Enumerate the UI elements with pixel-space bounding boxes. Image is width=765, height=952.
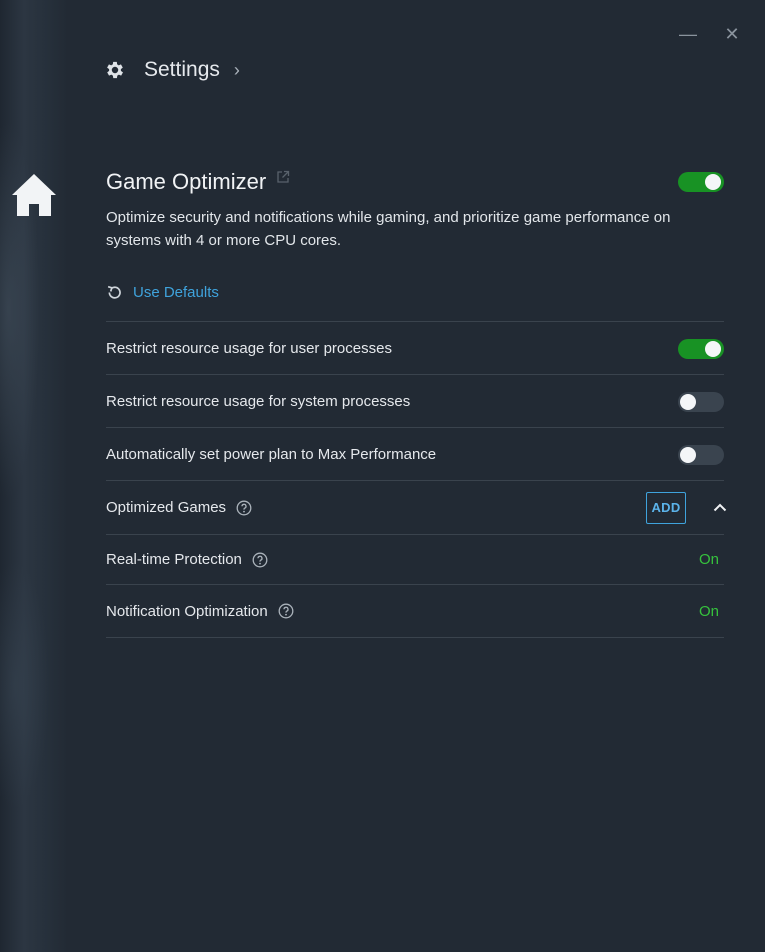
list-item-notification-optimization: Notification Optimization On: [106, 584, 724, 638]
help-icon[interactable]: [252, 552, 268, 568]
power-plan-toggle[interactable]: [678, 445, 724, 465]
minimize-icon: —: [679, 23, 697, 44]
external-link-icon[interactable]: [276, 170, 290, 184]
add-game-button[interactable]: ADD: [646, 491, 686, 524]
page-title: Settings: [144, 58, 220, 81]
restrict-user-toggle[interactable]: [678, 339, 724, 359]
section-header: Game Optimizer: [106, 166, 726, 198]
close-icon: ✕: [724, 23, 740, 44]
optimized-games-actions: ADD: [646, 481, 727, 534]
sidebar: [0, 0, 68, 952]
use-defaults-label: Use Defaults: [133, 283, 219, 301]
restrict-system-toggle[interactable]: [678, 392, 724, 412]
home-icon: [12, 174, 56, 216]
setting-label: Real-time Protection: [106, 551, 242, 568]
chevron-right-icon[interactable]: ›: [234, 60, 240, 81]
toggle-knob: [680, 447, 696, 463]
toggle-knob: [705, 174, 721, 190]
setting-label: Optimized Games: [106, 499, 227, 516]
status-badge: On: [698, 551, 719, 568]
game-optimizer-toggle[interactable]: [678, 172, 724, 192]
use-defaults-link[interactable]: Use Defaults: [106, 281, 219, 303]
chevron-up-icon: [713, 503, 727, 512]
breadcrumb: Settings ›: [104, 55, 240, 85]
close-button[interactable]: ✕: [720, 22, 744, 46]
setting-label: Notification Optimization: [106, 602, 268, 620]
settings-list: Restrict resource usage for user process…: [106, 321, 727, 638]
reset-icon: [107, 285, 121, 299]
list-item-restrict-user: Restrict resource usage for user process…: [106, 321, 724, 374]
gear-icon: [107, 61, 123, 79]
settings-window: — ✕ Settings › Game Optimizer Optimize s…: [0, 0, 765, 952]
list-item-real-time-protection: Real-time Protection On: [106, 534, 724, 584]
help-icon[interactable]: [236, 500, 252, 516]
status-badge: On: [698, 602, 719, 620]
status-wrapper: On: [699, 535, 724, 584]
list-item-restrict-system: Restrict resource usage for system proce…: [106, 374, 724, 427]
status-wrapper: On: [699, 585, 724, 637]
section-description: Optimize security and notifications whil…: [106, 209, 671, 249]
section-title: Game Optimizer: [106, 169, 267, 194]
list-item-optimized-games: Optimized Games ADD: [106, 480, 727, 534]
setting-label: Restrict resource usage for system proce…: [106, 392, 411, 410]
setting-label: Restrict resource usage for user process…: [106, 339, 392, 357]
home-button[interactable]: [11, 171, 57, 219]
toggle-knob: [680, 394, 696, 410]
list-item-power-plan: Automatically set power plan to Max Perf…: [106, 427, 724, 480]
minimize-button[interactable]: —: [676, 22, 700, 46]
help-icon[interactable]: [278, 603, 294, 619]
toggle-knob: [705, 341, 721, 357]
collapse-button[interactable]: [710, 498, 730, 518]
setting-label: Automatically set power plan to Max Perf…: [106, 445, 437, 463]
